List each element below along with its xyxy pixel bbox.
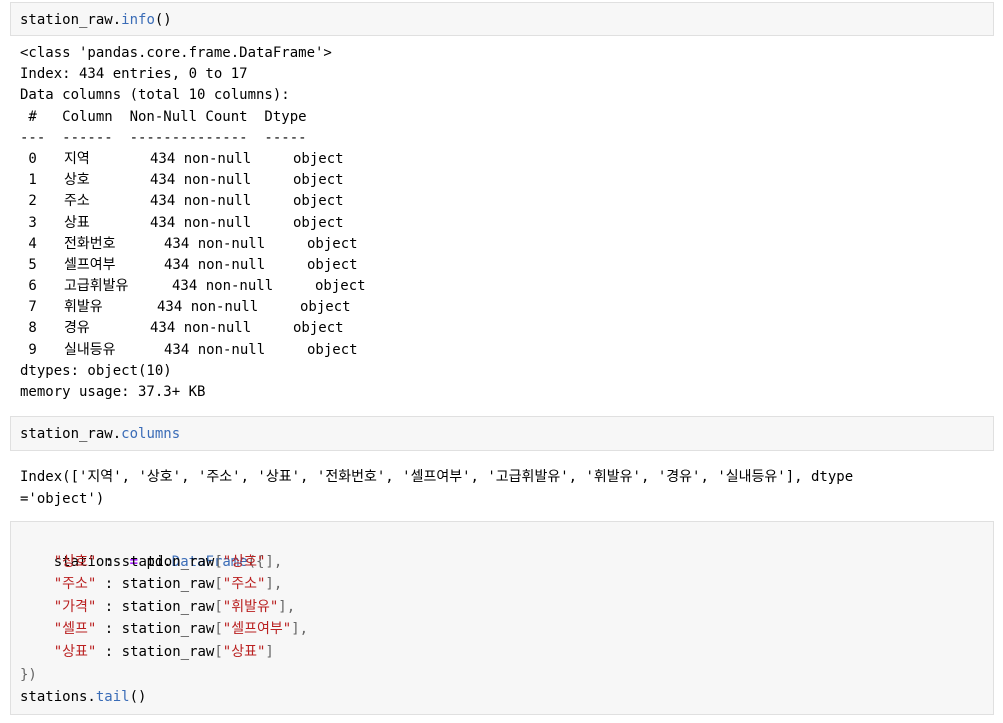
info-row-dtype: object [300, 299, 351, 316]
info-row-index: 6 [20, 278, 37, 295]
dict-end: ], [291, 621, 309, 638]
dict-key: "가격" [53, 598, 97, 615]
info-row-count: 434 non-null [172, 278, 274, 295]
info-row-column: 전화번호 [64, 235, 116, 252]
code-punc: }) [20, 666, 37, 683]
code-attribute: columns [121, 426, 181, 442]
dict-key: "상표" [53, 643, 97, 660]
info-row-index: 9 [20, 341, 37, 358]
info-row-dtype: object [293, 320, 344, 337]
output-line: <class 'pandas.core.frame.DataFrame'> [20, 45, 332, 61]
code-method: tail [95, 689, 130, 706]
code-object: station_raw [20, 12, 113, 28]
dict-column: "상표" [222, 643, 266, 660]
code-cell-stations[interactable]: stations = pd.DataFrame({ "상호" : station… [10, 521, 994, 715]
dict-end: ] [265, 643, 274, 660]
dict-column: "셀프여부" [222, 621, 292, 638]
code-parens: () [154, 12, 172, 28]
dict-column: "상호" [222, 553, 266, 570]
info-row: 4 전화번호 434 non-null object [20, 234, 995, 255]
dict-source: station_raw [121, 598, 215, 615]
info-row: 6 고급휘발유 434 non-null object [20, 276, 995, 297]
output-line: memory usage: 37.3+ KB [20, 384, 206, 400]
info-row: 1 상호 434 non-null object [20, 170, 995, 191]
dict-source: station_raw [121, 643, 215, 660]
info-row-column: 상호 [64, 172, 90, 189]
dict-entry: "상표" : station_raw["상표"] [53, 643, 274, 660]
info-row-column: 경유 [64, 320, 90, 337]
info-row-column: 상표 [64, 214, 90, 231]
info-row-dtype: object [307, 341, 358, 358]
info-row-index: 5 [20, 256, 37, 273]
output-line: dtypes: object(10) [20, 362, 172, 379]
info-row: 2 주소 434 non-null object [20, 191, 995, 212]
info-row-column: 주소 [64, 193, 90, 210]
info-row-column: 셀프여부 [64, 256, 116, 273]
code-parens: () [129, 689, 147, 706]
info-row-count: 434 non-null [150, 172, 252, 189]
info-row-count: 434 non-null [150, 150, 252, 167]
code-variable: stations. [20, 689, 96, 706]
info-row-dtype: object [315, 278, 366, 295]
dict-entry: "셀프" : station_raw["셀프여부"], [53, 621, 309, 638]
info-row-dtype: object [307, 256, 358, 273]
code-cell-info[interactable]: station_raw.info() [10, 2, 994, 36]
info-row-count: 434 non-null [164, 256, 266, 273]
info-row-column: 지역 [64, 150, 90, 167]
info-row-index: 2 [20, 193, 37, 210]
dict-column: "휘발유" [222, 598, 279, 615]
output-line: Index: 434 entries, 0 to 17 [20, 66, 248, 83]
dict-entry: "주소" : station_raw["주소"], [53, 576, 283, 593]
info-row-column: 휘발유 [64, 299, 103, 316]
code-cell-columns[interactable]: station_raw.columns [10, 416, 994, 451]
dict-key: "셀프" [53, 621, 97, 638]
info-row-dtype: object [307, 235, 358, 252]
info-row: 7 휘발유 434 non-null object [20, 297, 995, 318]
output-columns: Index(['지역', '상호', '주소', '상표', '전화번호', '… [20, 466, 995, 510]
info-row-index: 8 [20, 320, 37, 337]
info-row: 9 실내등유 434 non-null object [20, 340, 995, 361]
dict-column: "주소" [222, 576, 266, 593]
info-row-dtype: object [293, 193, 344, 210]
info-row: 8 경유 434 non-null object [20, 318, 995, 339]
info-row-count: 434 non-null [150, 214, 252, 231]
dict-end: ], [265, 553, 283, 570]
output-line: Index(['지역', '상호', '주소', '상표', '전화번호', '… [20, 469, 854, 485]
info-row: 5 셀프여부 434 non-null object [20, 255, 995, 276]
info-row-index: 1 [20, 172, 37, 189]
dict-entry: "가격" : station_raw["휘발유"], [53, 598, 296, 615]
dict-source: station_raw [121, 576, 215, 593]
info-row-column: 고급휘발유 [64, 278, 129, 295]
dict-source: station_raw [121, 621, 215, 638]
info-row-dtype: object [293, 214, 344, 231]
info-row-dtype: object [293, 172, 344, 189]
output-line: Data columns (total 10 columns): [20, 87, 290, 104]
info-row-column: 실내등유 [64, 341, 116, 358]
output-line: --- ------ -------------- ----- [20, 129, 316, 146]
info-row-count: 434 non-null [150, 193, 252, 210]
info-row-dtype: object [293, 150, 344, 167]
info-row: 0 지역 434 non-null object [20, 149, 995, 170]
info-row-count: 434 non-null [164, 341, 266, 358]
info-row-index: 7 [20, 299, 37, 316]
code-object: station_raw [20, 426, 113, 442]
dict-key: "주소" [53, 576, 97, 593]
dict-end: ], [265, 576, 283, 593]
info-row-count: 434 non-null [157, 299, 259, 316]
dict-end: ], [278, 598, 296, 615]
output-info: <class 'pandas.core.frame.DataFrame'> In… [20, 43, 995, 403]
output-line: ='object') [20, 491, 105, 507]
output-line: # Column Non-Null Count Dtype [20, 108, 316, 125]
dict-key: "상호" [53, 553, 97, 570]
info-row: 3 상표 434 non-null object [20, 213, 995, 234]
info-row-count: 434 non-null [164, 235, 266, 252]
info-row-count: 434 non-null [150, 320, 252, 337]
info-row-index: 3 [20, 214, 37, 231]
info-row-index: 4 [20, 235, 37, 252]
info-row-index: 0 [20, 150, 37, 167]
code-method: info [121, 12, 155, 28]
dict-source: station_raw [121, 553, 215, 570]
dict-entry: "상호" : station_raw["상호"], [53, 553, 283, 570]
